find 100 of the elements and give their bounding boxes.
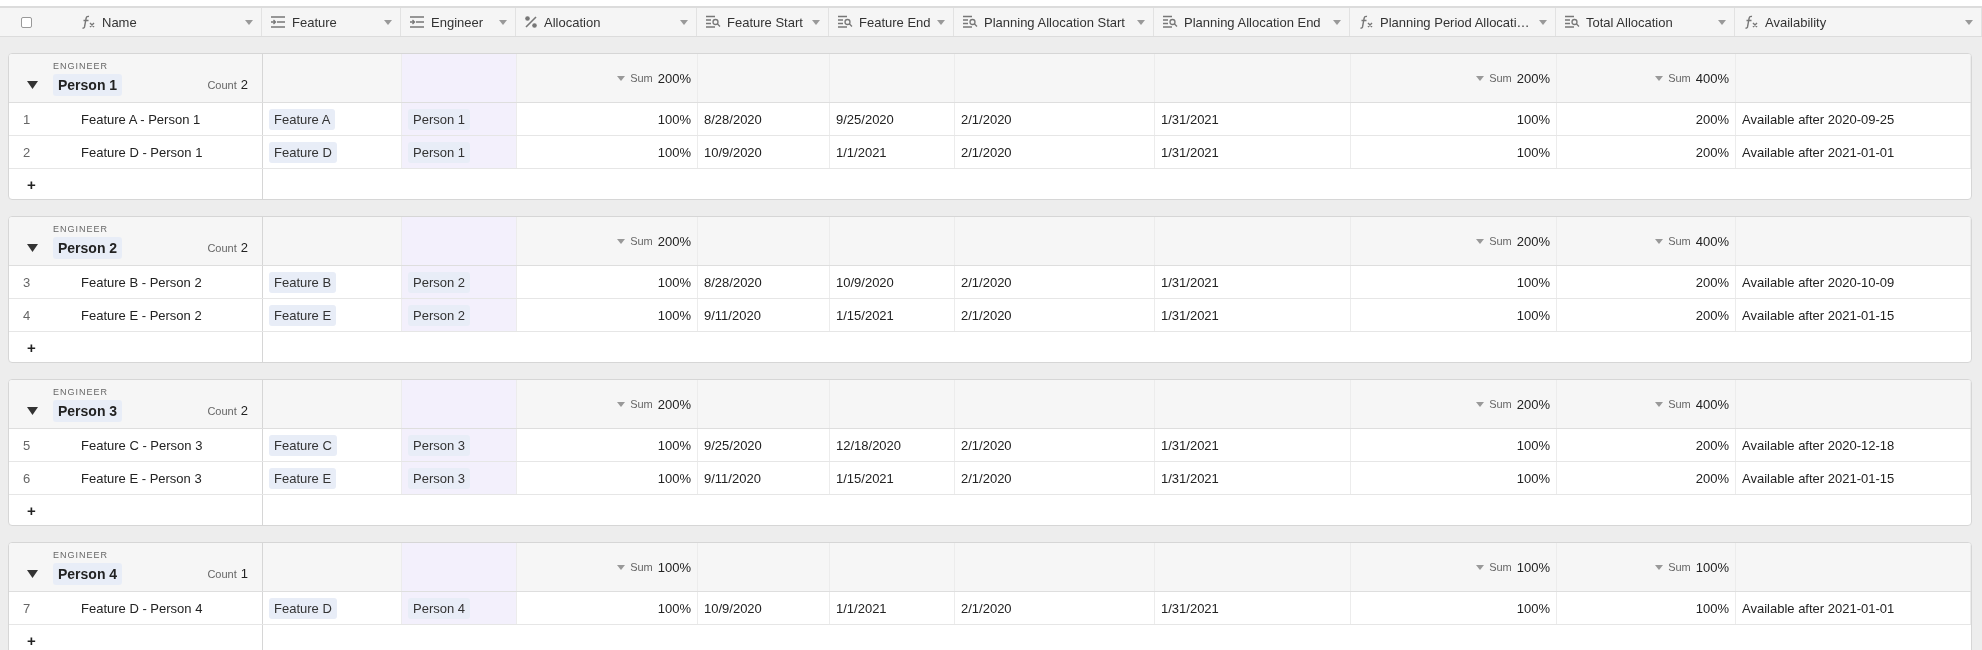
column-header[interactable]: Planning Allocation End bbox=[1154, 8, 1350, 36]
group-field-label: ENGINEER bbox=[53, 60, 108, 71]
record-chip[interactable]: Feature E bbox=[269, 467, 337, 489]
dropdown-caret-icon[interactable] bbox=[680, 19, 688, 25]
table-cell: 100% bbox=[657, 144, 691, 160]
add-row-button[interactable]: + bbox=[15, 501, 36, 519]
column-header[interactable]: Planning Allocation Start bbox=[954, 8, 1154, 36]
table-cell: 9/25/2020 bbox=[704, 437, 762, 453]
table-cell: 100% bbox=[657, 307, 691, 323]
dropdown-caret-icon[interactable] bbox=[1655, 401, 1664, 407]
record-chip[interactable]: Feature D bbox=[269, 597, 337, 619]
record-chip[interactable]: Person 1 bbox=[408, 141, 471, 163]
dropdown-caret-icon[interactable] bbox=[1333, 19, 1341, 25]
formula-icon bbox=[1743, 15, 1759, 29]
column-header[interactable]: Availability bbox=[1735, 8, 1982, 36]
table-cell: Feature E - Person 3 bbox=[81, 470, 202, 486]
table-cell: 1/31/2021 bbox=[1161, 470, 1219, 486]
dropdown-caret-icon[interactable] bbox=[1476, 238, 1485, 244]
table-cell: Available after 2020-12-18 bbox=[1742, 437, 1895, 453]
table-cell: Available after 2021-01-15 bbox=[1742, 307, 1895, 323]
dropdown-caret-icon[interactable] bbox=[384, 19, 392, 25]
table-cell: 9/11/2020 bbox=[704, 470, 761, 486]
add-row-button[interactable]: + bbox=[15, 631, 36, 649]
summary-label: Sum bbox=[1668, 235, 1691, 247]
lookup-icon bbox=[705, 15, 721, 29]
summary-label: Sum bbox=[1489, 398, 1512, 410]
column-header[interactable]: Feature End bbox=[829, 8, 954, 36]
group-value-chip: Person 2 bbox=[53, 236, 123, 259]
dropdown-caret-icon[interactable] bbox=[617, 75, 626, 81]
group-field-label: ENGINEER bbox=[53, 386, 108, 397]
summary-label: Sum bbox=[630, 398, 653, 410]
dropdown-caret-icon[interactable] bbox=[1655, 75, 1664, 81]
dropdown-caret-icon[interactable] bbox=[499, 19, 507, 25]
summary-label: Sum bbox=[630, 561, 653, 573]
dropdown-caret-icon[interactable] bbox=[1476, 564, 1485, 570]
collapse-triangle-icon[interactable] bbox=[27, 406, 38, 415]
row-number: 5 bbox=[22, 437, 32, 453]
collapse-triangle-icon[interactable] bbox=[27, 243, 38, 252]
table-cell: 2/1/2020 bbox=[961, 437, 1012, 453]
column-header[interactable]: Engineer bbox=[401, 8, 516, 36]
column-header[interactable]: Planning Period Allocati… bbox=[1350, 8, 1556, 36]
dropdown-caret-icon[interactable] bbox=[1137, 19, 1145, 25]
collapse-triangle-icon[interactable] bbox=[27, 569, 38, 578]
dropdown-caret-icon[interactable] bbox=[245, 19, 253, 25]
count-value: 1 bbox=[240, 566, 248, 581]
column-header[interactable]: Allocation bbox=[516, 8, 697, 36]
record-chip[interactable]: Person 4 bbox=[408, 597, 471, 619]
dropdown-caret-icon[interactable] bbox=[1476, 401, 1485, 407]
list-arrow-icon bbox=[270, 15, 286, 29]
summary-label: Sum bbox=[1489, 561, 1512, 573]
dropdown-caret-icon[interactable] bbox=[1476, 75, 1485, 81]
select-all-checkbox[interactable] bbox=[21, 16, 32, 28]
table-cell: Available after 2020-10-09 bbox=[1742, 274, 1895, 290]
row-number: 4 bbox=[22, 307, 32, 323]
table-cell: 100% bbox=[657, 437, 691, 453]
column-header[interactable]: Feature bbox=[262, 8, 401, 36]
row-number: 6 bbox=[22, 470, 32, 486]
dropdown-caret-icon[interactable] bbox=[1655, 238, 1664, 244]
column-header[interactable]: Name bbox=[0, 8, 262, 36]
summary-value: 400% bbox=[1695, 70, 1729, 86]
dropdown-caret-icon[interactable] bbox=[1539, 19, 1547, 25]
lookup-icon bbox=[837, 15, 853, 29]
collapse-triangle-icon[interactable] bbox=[27, 80, 38, 89]
group-field-label: ENGINEER bbox=[53, 223, 108, 234]
column-header[interactable]: Feature Start bbox=[697, 8, 829, 36]
dropdown-caret-icon[interactable] bbox=[1718, 19, 1726, 25]
dropdown-caret-icon[interactable] bbox=[617, 564, 626, 570]
column-header[interactable]: Total Allocation bbox=[1556, 8, 1735, 36]
record-chip[interactable]: Feature B bbox=[269, 271, 337, 293]
table-cell: 9/11/2020 bbox=[704, 307, 761, 323]
dropdown-caret-icon[interactable] bbox=[812, 19, 820, 25]
record-chip[interactable]: Person 2 bbox=[408, 271, 471, 293]
dropdown-caret-icon[interactable] bbox=[617, 401, 626, 407]
record-chip[interactable]: Person 2 bbox=[408, 304, 471, 326]
record-chip[interactable]: Feature D bbox=[269, 141, 337, 163]
dropdown-caret-icon[interactable] bbox=[1965, 19, 1973, 25]
add-row-button[interactable]: + bbox=[15, 338, 36, 356]
summary-label: Sum bbox=[1489, 72, 1512, 84]
dropdown-caret-icon[interactable] bbox=[617, 238, 626, 244]
summary-label: Sum bbox=[1668, 398, 1691, 410]
record-chip[interactable]: Feature C bbox=[269, 434, 337, 456]
table-cell: 8/28/2020 bbox=[704, 111, 762, 127]
row-number: 2 bbox=[22, 144, 32, 160]
record-chip[interactable]: Feature A bbox=[269, 108, 336, 130]
table-cell: 10/9/2020 bbox=[836, 274, 894, 290]
add-row-button[interactable]: + bbox=[15, 175, 36, 193]
summary-label: Sum bbox=[1668, 561, 1691, 573]
record-chip[interactable]: Feature E bbox=[269, 304, 337, 326]
dropdown-caret-icon[interactable] bbox=[937, 19, 945, 25]
table-cell: 100% bbox=[1516, 600, 1550, 616]
record-chip[interactable]: Person 3 bbox=[408, 434, 471, 456]
table-cell: 1/1/2021 bbox=[836, 600, 887, 616]
table-cell: Available after 2021-01-01 bbox=[1742, 600, 1895, 616]
table-cell: 200% bbox=[1695, 274, 1729, 290]
group-value-chip: Person 4 bbox=[53, 562, 123, 585]
count-value: 2 bbox=[240, 77, 248, 92]
dropdown-caret-icon[interactable] bbox=[1655, 564, 1664, 570]
group-value-chip: Person 1 bbox=[53, 73, 123, 96]
record-chip[interactable]: Person 1 bbox=[408, 108, 471, 130]
record-chip[interactable]: Person 3 bbox=[408, 467, 471, 489]
